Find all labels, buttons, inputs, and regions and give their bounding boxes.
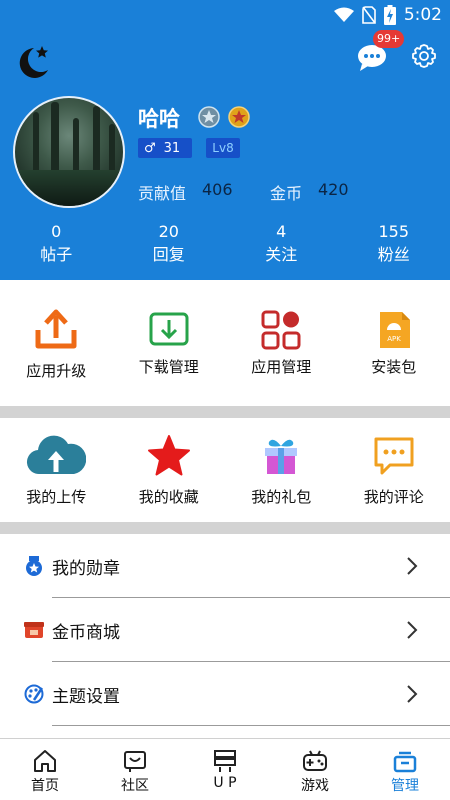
message-badge: 99+ [373,30,405,48]
medal-icon [26,556,42,576]
nav-label: 社区 [121,778,149,794]
grid-label: 应用管理 [251,358,312,376]
coins-label: 金币 [270,184,303,203]
apps-grid-icon [261,310,301,350]
profile-counts: 0 帖子 20 回复 4 关注 155 粉丝 [0,222,450,272]
male-icon: ♂ [144,140,156,156]
apk-icon: APK [379,312,410,348]
comment-icon [374,437,414,475]
tab-games[interactable]: 游戏 [270,739,360,800]
battery-charging-icon [383,5,396,25]
tab-up[interactable]: U P [180,739,270,800]
tab-community[interactable]: 社区 [90,739,180,800]
star-icon [147,435,190,476]
menu-label: 金币商城 [52,623,120,643]
count-replies[interactable]: 20 回复 [113,222,226,272]
chevron-right-icon [407,557,418,575]
menu-item-coin-store[interactable]: 金币商城 [0,598,450,662]
app-upgrade-button[interactable]: 应用升级 [0,280,113,406]
username: 哈哈 [138,107,180,131]
no-sim-icon [362,6,376,24]
silver-medal-icon [198,106,220,128]
tab-home[interactable]: 首页 [0,739,90,800]
count-label: 帖子 [40,245,73,264]
gamepad-icon [303,750,327,771]
upload-tray-icon [35,309,77,349]
contribution-label: 贡献值 [138,184,187,203]
count-value: 0 [51,222,62,241]
settings-gear-icon[interactable] [411,43,437,69]
gender-age-chip: ♂ 31 [138,138,192,158]
count-value: 20 [158,222,179,241]
app-manager-button[interactable]: 应用管理 [225,280,338,406]
age-value: 31 [163,140,181,156]
up-icon [214,750,236,772]
nav-label: 游戏 [301,778,329,794]
wifi-icon [333,7,354,22]
grid-label: 我的评论 [363,488,424,506]
menu-item-theme[interactable]: 主题设置 [0,662,450,726]
home-icon [34,750,56,772]
night-mode-icon[interactable] [12,42,52,82]
gift-icon [265,439,298,474]
bottom-navigation: 首页 社区 U P 游戏 管理 [0,738,450,800]
nav-label: 管理 [391,778,419,794]
cloud-upload-icon [27,435,87,475]
divider [52,725,450,726]
grid-label: 应用升级 [26,362,87,380]
section-separator [0,406,450,418]
chevron-right-icon [407,621,418,639]
clock: 5:02 [403,5,442,25]
count-value: 155 [378,222,410,241]
menu-label: 我的勋章 [52,559,120,579]
count-fans[interactable]: 155 粉丝 [338,222,450,272]
menu-label: 主题设置 [52,687,120,707]
tab-manage[interactable]: 管理 [360,739,450,800]
section-separator [0,522,450,534]
manage-icon [393,751,417,773]
palette-icon [24,684,44,704]
avatar[interactable] [13,96,125,208]
community-icon [124,751,146,772]
apk-package-button[interactable]: APK 安装包 [338,280,450,406]
grid-label: 我的收藏 [138,488,199,506]
gold-medal-icon [228,106,250,128]
app-tools-row: 应用升级 下载管理 应用管理 APK 安装包 [0,280,450,406]
menu-item-medals[interactable]: 我的勋章 [0,534,450,598]
store-icon [24,622,44,638]
download-tray-icon [149,312,189,346]
status-bar: 5:02 [0,0,450,32]
count-label: 回复 [152,245,185,264]
count-label: 关注 [265,245,298,264]
nav-label: U P [213,775,237,791]
count-following[interactable]: 4 关注 [225,222,338,272]
download-manager-button[interactable]: 下载管理 [113,280,226,406]
coins-value: 420 [318,180,349,199]
grid-label: 我的上传 [26,488,87,506]
svg-text:APK: APK [387,335,401,343]
grid-label: 安装包 [371,358,417,376]
count-label: 粉丝 [377,245,410,264]
grid-label: 我的礼包 [251,488,312,506]
count-value: 4 [276,222,287,241]
nav-label: 首页 [31,778,59,794]
level-chip: Lv8 [206,138,240,158]
profile-header: 5:02 99+ 哈哈 ♂ 31 Lv8 贡献值 406 金币 420 0 帖子… [0,0,450,280]
chevron-right-icon [407,685,418,703]
count-posts[interactable]: 0 帖子 [0,222,113,272]
grid-label: 下载管理 [138,358,199,376]
contribution-value: 406 [202,180,233,199]
